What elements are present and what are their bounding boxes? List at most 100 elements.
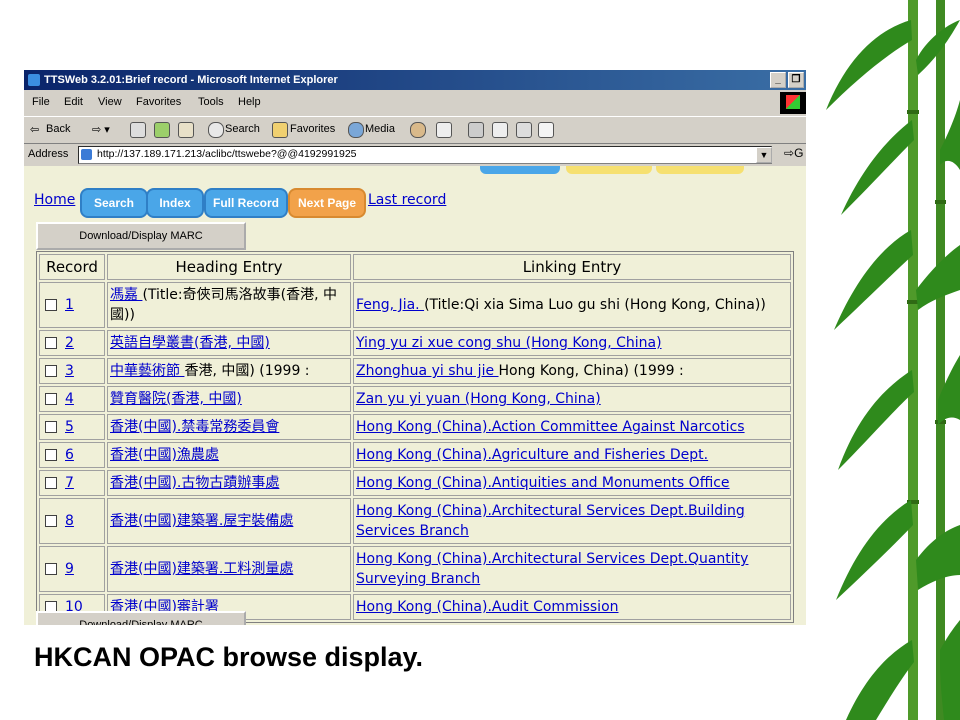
heading-entry-link[interactable]: 馮嘉 [110, 287, 142, 303]
record-checkbox[interactable] [45, 393, 57, 405]
next-page-button[interactable]: Next Page [288, 188, 366, 218]
last-record-link[interactable]: Last record [368, 192, 446, 208]
linking-entry-link[interactable]: Ying yu zi xue cong shu (Hong Kong, Chin… [356, 335, 662, 351]
discuss-icon[interactable] [516, 122, 532, 138]
menu-bar: File Edit View Favorites Tools Help [24, 92, 806, 114]
media-toolbar-button[interactable]: Media [365, 123, 395, 135]
address-dropdown-icon[interactable]: ▼ [756, 147, 772, 163]
download-marc-button-bottom[interactable]: Download/Display MARC [36, 611, 246, 625]
address-url[interactable]: http://137.189.171.213/aclibc/ttswebe?@@… [97, 148, 357, 160]
record-number-link[interactable]: 6 [65, 447, 74, 463]
heading-entry-cell: 香港(中國).古物古蹟辦事處 [107, 470, 351, 496]
heading-entry-link[interactable]: 中華藝術節 [110, 363, 184, 379]
record-checkbox[interactable] [45, 365, 57, 377]
linking-entry-link[interactable]: Hong Kong (China).Agriculture and Fisher… [356, 447, 708, 463]
record-cell: 2 [39, 330, 105, 356]
linking-entry-link[interactable]: Zan yu yi yuan (Hong Kong, China) [356, 391, 601, 407]
linking-entry-cell: Zan yu yi yuan (Hong Kong, China) [353, 386, 791, 412]
table-row: 7 香港(中國).古物古蹟辦事處 Hong Kong (China).Antiqui… [39, 470, 791, 496]
record-number-link[interactable]: 7 [65, 475, 74, 491]
heading-entry-link[interactable]: 香港(中國).古物古蹟辦事處 [110, 475, 279, 491]
menu-favorites[interactable]: Favorites [136, 96, 181, 108]
record-checkbox[interactable] [45, 421, 57, 433]
page-content: Home Search Index Full Record Next Page … [24, 166, 806, 625]
linking-entry-text: (Title:Qi xia Sima Luo gu shi (Hong Kong… [424, 297, 766, 313]
record-checkbox[interactable] [45, 515, 57, 527]
restore-button[interactable]: ❐ [788, 72, 804, 88]
heading-entry-cell: 英語自學叢書(香港, 中國) [107, 330, 351, 356]
favorites-icon[interactable] [272, 122, 288, 138]
record-checkbox[interactable] [45, 299, 57, 311]
linking-entry-link[interactable]: Zhonghua yi shu jie [356, 363, 499, 379]
menu-help[interactable]: Help [238, 96, 261, 108]
record-number-link[interactable]: 5 [65, 419, 74, 435]
linking-entry-link[interactable]: Hong Kong (China).Audit Commission [356, 599, 619, 615]
record-checkbox[interactable] [45, 449, 57, 461]
address-label: Address [28, 148, 69, 160]
record-number-link[interactable]: 1 [65, 297, 74, 313]
favorites-toolbar-button[interactable]: Favorites [290, 123, 335, 135]
record-number-link[interactable]: 4 [65, 391, 74, 407]
download-marc-button[interactable]: Download/Display MARC [36, 222, 246, 250]
minimize-button[interactable]: _ [770, 72, 786, 88]
toolbar: ⇦ Back ⇨ ▾ Search Favorites Media [24, 116, 806, 144]
page-icon [81, 149, 92, 160]
linking-entry-cell: Ying yu zi xue cong shu (Hong Kong, Chin… [353, 330, 791, 356]
record-checkbox[interactable] [45, 477, 57, 489]
scrolled-button[interactable] [566, 166, 652, 174]
heading-entry-link[interactable]: 香港(中國)漁農處 [110, 447, 219, 463]
records-table: Record Heading Entry Linking Entry 1 馮嘉 (… [36, 251, 794, 623]
search-button[interactable]: Search [80, 188, 148, 218]
linking-entry-link[interactable]: Hong Kong (China).Action Committee Again… [356, 419, 745, 435]
home-link[interactable]: Home [34, 192, 75, 208]
record-checkbox[interactable] [45, 563, 57, 575]
back-arrow-icon[interactable]: ⇦ [30, 123, 39, 136]
search-toolbar-button[interactable]: Search [225, 123, 260, 135]
address-bar: Address http://137.189.171.213/aclibc/tt… [24, 144, 806, 166]
linking-entry-link[interactable]: Hong Kong (China).Architectural Services… [356, 551, 748, 587]
address-field[interactable]: http://137.189.171.213/aclibc/ttswebe?@@… [78, 146, 772, 164]
record-number-link[interactable]: 8 [65, 513, 74, 529]
scrolled-button[interactable] [656, 166, 744, 174]
search-icon[interactable] [208, 122, 224, 138]
table-row: 6 香港(中國)漁農處 Hong Kong (China).Agriculture … [39, 442, 791, 468]
record-number-link[interactable]: 3 [65, 363, 74, 379]
edit-icon[interactable] [492, 122, 508, 138]
history-icon[interactable] [410, 122, 426, 138]
linking-entry-link[interactable]: Feng, Jia. [356, 297, 424, 313]
messenger-icon[interactable] [538, 122, 554, 138]
heading-entry-link[interactable]: 贊育醫院(香港, 中國) [110, 391, 242, 407]
heading-entry-cell: 馮嘉 (Title:奇俠司馬洛故事(香港, 中國)) [107, 282, 351, 328]
menu-edit[interactable]: Edit [64, 96, 83, 108]
record-number-link[interactable]: 2 [65, 335, 74, 351]
record-cell: 4 [39, 386, 105, 412]
print-icon[interactable] [468, 122, 484, 138]
header-heading-entry: Heading Entry [107, 254, 351, 280]
header-record: Record [39, 254, 105, 280]
record-checkbox[interactable] [45, 337, 57, 349]
heading-entry-cell: 香港(中國)漁農處 [107, 442, 351, 468]
back-button[interactable]: Back [46, 123, 70, 135]
heading-entry-link[interactable]: 香港(中國)建築署.屋宇裝備處 [110, 513, 293, 529]
index-button[interactable]: Index [146, 188, 204, 218]
stop-icon[interactable] [130, 122, 146, 138]
heading-entry-link[interactable]: 香港(中國).禁毒常務委員會 [110, 419, 279, 435]
forward-arrow-icon[interactable]: ⇨ ▾ [92, 123, 110, 136]
heading-entry-link[interactable]: 英語自學叢書(香港, 中國) [110, 335, 270, 351]
scrolled-button[interactable] [480, 166, 560, 174]
full-record-button[interactable]: Full Record [204, 188, 288, 218]
slide-caption: HKCAN OPAC browse display. [34, 642, 424, 672]
heading-entry-link[interactable]: 香港(中國)建築署.工料測量處 [110, 561, 293, 577]
mail-icon[interactable] [436, 122, 452, 138]
menu-view[interactable]: View [98, 96, 122, 108]
menu-file[interactable]: File [32, 96, 50, 108]
media-icon[interactable] [348, 122, 364, 138]
linking-entry-link[interactable]: Hong Kong (China).Architectural Services… [356, 503, 745, 539]
refresh-icon[interactable] [154, 122, 170, 138]
menu-tools[interactable]: Tools [198, 96, 224, 108]
heading-entry-cell: 香港(中國)建築署.屋宇裝備處 [107, 498, 351, 544]
linking-entry-link[interactable]: Hong Kong (China).Antiquities and Monume… [356, 475, 730, 491]
home-icon[interactable] [178, 122, 194, 138]
record-number-link[interactable]: 9 [65, 561, 74, 577]
go-button[interactable]: ⇨G [784, 146, 803, 160]
